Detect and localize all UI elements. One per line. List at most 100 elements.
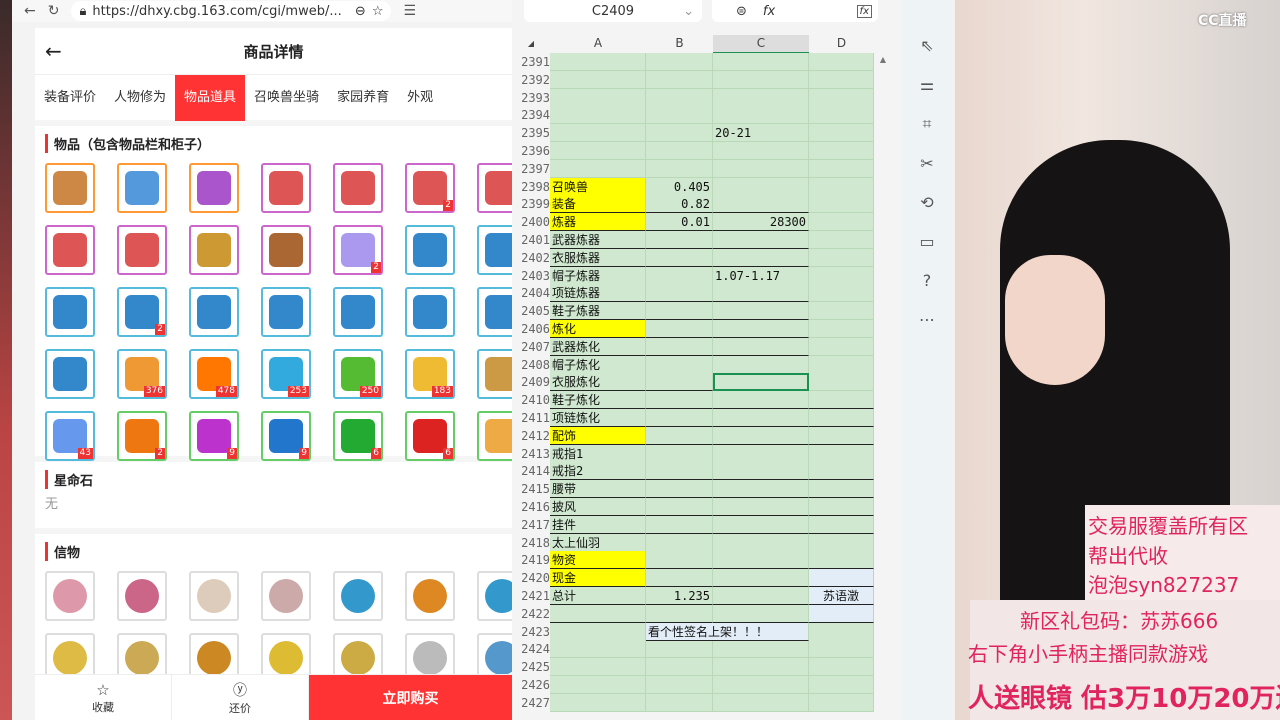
cell-a2427[interactable] [550,693,646,712]
cell-b2422[interactable] [646,604,713,623]
formula-bar[interactable]: ⊜ fx fx [712,0,878,22]
cell-c2414[interactable] [713,462,809,481]
cell-c2419[interactable] [713,551,809,570]
back-arrow-icon[interactable]: ← [45,39,62,63]
vertical-scrollbar[interactable]: ▲ [878,55,888,75]
item-slot[interactable]: 6 [333,411,383,461]
cell-a2406[interactable]: 炼化 [550,320,646,338]
token-slot[interactable] [405,571,455,621]
cell-b2421[interactable]: 1.235 [646,587,713,605]
cell-d2398[interactable] [809,177,874,196]
select-all-icon[interactable]: ◢ [512,35,550,52]
cell-d2392[interactable] [809,70,874,89]
item-slot[interactable] [477,411,512,461]
cell-a2407[interactable]: 武器炼化 [550,337,646,356]
cell-b2418[interactable] [646,533,713,552]
cell-a2418[interactable]: 太上仙羽 [550,533,646,552]
column-header-d[interactable]: D [809,35,874,52]
cell-b2405[interactable] [646,302,713,321]
cell-a2421[interactable]: 总计 [550,587,646,605]
item-slot[interactable]: 6 [405,411,455,461]
token-slot[interactable] [189,571,239,621]
cell-d2411[interactable] [809,409,874,427]
cell-c2405[interactable] [713,302,809,321]
back-icon[interactable]: ← [24,3,36,19]
row-number[interactable]: 2427 [512,694,550,712]
tab-5[interactable]: 外观 [398,75,442,121]
cell-c2403[interactable]: 1.07-1.17 [713,266,809,285]
cell-c2412[interactable] [713,426,809,445]
row-number[interactable]: 2421 [512,587,550,605]
cell-d2422[interactable] [809,604,874,623]
cell-a2417[interactable]: 挂件 [550,515,646,534]
cell-b2426[interactable] [646,676,713,694]
cell-b2410[interactable] [646,391,713,410]
item-slot[interactable] [477,163,512,213]
row-number[interactable]: 2414 [512,462,550,480]
bargain-button[interactable]: ⓨ 还价 [172,675,309,720]
row-number[interactable]: 2409 [512,373,550,391]
cell-a2409[interactable]: 衣服炼化 [550,373,646,392]
cell-b2402[interactable] [646,248,713,267]
cell-a2424[interactable] [550,640,646,659]
cell-b2391[interactable] [646,53,713,71]
cell-c2418[interactable] [713,533,809,552]
cell-a2391[interactable] [550,53,646,71]
cell-a2425[interactable] [550,658,646,677]
tab-3[interactable]: 召唤兽坐骑 [245,75,328,121]
cell-b2425[interactable] [646,658,713,677]
cell-b2411[interactable] [646,409,713,427]
insert-function-icon[interactable]: fx [856,4,872,18]
cell-d2424[interactable] [809,640,874,659]
cell-b2408[interactable] [646,355,713,374]
cell-b2414[interactable] [646,462,713,481]
row-number[interactable]: 2402 [512,249,550,267]
cell-d2400[interactable] [809,213,874,232]
cell-c2406[interactable] [713,320,809,338]
item-slot[interactable]: 43 [45,411,95,461]
row-number[interactable]: 2424 [512,640,550,658]
crop-icon[interactable]: ⌗ [922,114,931,134]
cell-d2417[interactable] [809,515,874,534]
item-slot[interactable]: 2 [117,411,167,461]
item-slot[interactable]: 250 [333,349,383,399]
cell-c2404[interactable] [713,284,809,303]
row-number[interactable]: 2400 [512,213,550,231]
cell-d2412[interactable] [809,426,874,445]
cell-a2411[interactable]: 项链炼化 [550,409,646,427]
row-number[interactable]: 2394 [512,106,550,124]
cell-b2424[interactable] [646,640,713,659]
row-number[interactable]: 2404 [512,284,550,302]
item-slot[interactable] [117,163,167,213]
column-header-a[interactable]: A [550,35,646,52]
row-number[interactable]: 2407 [512,338,550,356]
cell-d2419[interactable] [809,551,874,570]
cell-a2420[interactable]: 现金 [550,569,646,588]
row-number[interactable]: 2398 [512,178,550,196]
row-number[interactable]: 2423 [512,623,550,641]
item-slot[interactable] [261,225,311,275]
cell-d2405[interactable] [809,302,874,321]
cell-a2423[interactable] [550,622,646,641]
zoom-icon[interactable]: ⊜ [736,4,747,19]
cell-a2395[interactable] [550,124,646,143]
column-header-c[interactable]: C [713,35,809,54]
star-icon[interactable]: ☆ [372,4,384,19]
cell-c2392[interactable] [713,70,809,89]
item-slot[interactable] [189,287,239,337]
cell-d2401[interactable] [809,231,874,249]
cell-b2404[interactable] [646,284,713,303]
row-number[interactable]: 2413 [512,445,550,463]
tab-1[interactable]: 人物修为 [105,75,175,121]
cell-a2413[interactable]: 戒指1 [550,444,646,463]
cell-a2404[interactable]: 项链炼器 [550,284,646,303]
cell-a2414[interactable]: 戒指2 [550,462,646,481]
item-slot[interactable] [405,225,455,275]
cell-d2414[interactable] [809,462,874,481]
item-slot[interactable]: 183 [405,349,455,399]
tab-2[interactable]: 物品道具 [175,74,246,121]
favorites-icon[interactable]: ☰ [403,3,416,19]
cell-c2424[interactable] [713,640,809,659]
cell-b2416[interactable] [646,498,713,516]
cell-a2401[interactable]: 武器炼器 [550,231,646,249]
